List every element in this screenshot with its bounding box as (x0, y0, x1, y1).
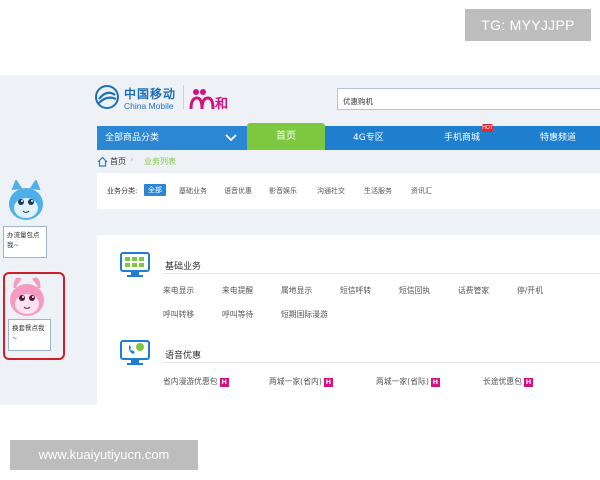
filter-basic[interactable]: 基础业务 (179, 186, 207, 196)
data-plan-card[interactable]: 办流量包点我~ (3, 226, 47, 258)
china-mobile-logo-icon[interactable] (94, 84, 120, 110)
hot-h-badge: H (430, 377, 440, 387)
tg-watermark: TG: MYYJJPP (465, 9, 591, 41)
breadcrumb: 首页 › 业务列表 (97, 151, 600, 173)
phone-monitor-icon (120, 340, 150, 365)
monitor-icon (120, 252, 150, 277)
link-two-cities-interprovince-label: 两城一家(省际) (376, 377, 429, 386)
link-provincial-roaming-label: 省内漫游优惠包 (163, 377, 218, 386)
url-watermark: www.kuaiyutiyucn.com (10, 440, 198, 470)
logo-english: China Mobile (124, 101, 174, 111)
nav-home-tab[interactable]: 首页 (247, 123, 325, 150)
site-header: 中国移动 China Mobile 和 (0, 75, 600, 123)
link-suspend-resume[interactable]: 停/开机 (517, 285, 543, 296)
all-categories-menu[interactable]: 全部商品分类 (97, 126, 247, 150)
nav-item-phone-mall[interactable]: 手机商城 (444, 126, 480, 150)
filter-all[interactable]: 全部 (144, 184, 166, 196)
link-intl-roaming[interactable]: 短期国际漫游 (281, 309, 328, 320)
section-title-basic: 基础业务 (165, 262, 202, 272)
section-divider (163, 273, 600, 274)
brand-he-text: 和 (215, 96, 228, 112)
link-provincial-roaming[interactable]: 省内漫游优惠包 H (163, 376, 229, 387)
link-two-cities-province[interactable]: 两城一家(省内) H (269, 376, 333, 387)
filter-label: 业务分类: (107, 187, 138, 195)
package-change-widget[interactable]: 换套餐点我~ (3, 272, 65, 360)
hot-h-badge: H (219, 377, 229, 387)
link-long-distance[interactable]: 长途优惠包 H (483, 376, 533, 387)
link-caller-id[interactable]: 来电显示 (163, 285, 194, 296)
home-icon[interactable] (97, 156, 108, 167)
section-title-voice: 语音优惠 (165, 351, 202, 361)
search-input[interactable] (338, 91, 600, 112)
link-two-cities-interprovince[interactable]: 两城一家(省际) H (376, 376, 440, 387)
website-frame: 中国移动 China Mobile 和 全部商品分类 首页 4G专区 (0, 75, 600, 405)
filter-media[interactable]: 影音娱乐 (269, 186, 297, 196)
link-long-distance-label: 长途优惠包 (483, 377, 522, 386)
breadcrumb-current: 业务列表 (144, 157, 176, 166)
link-sms-receipt[interactable]: 短信回执 (399, 285, 430, 296)
filter-voice[interactable]: 语音优惠 (224, 186, 252, 196)
breadcrumb-home[interactable]: 首页 (110, 156, 126, 167)
hot-h-badge: H (323, 377, 333, 387)
chevron-down-icon (225, 134, 237, 142)
filter-social[interactable]: 沟通社交 (317, 186, 345, 196)
filter-news[interactable]: 资讯汇 (411, 186, 432, 196)
breadcrumb-separator: › (130, 155, 134, 165)
filter-life[interactable]: 生活服务 (364, 186, 392, 196)
link-call-reminder[interactable]: 来电提醒 (222, 285, 253, 296)
category-filter: 业务分类: 全部 基础业务 语音优惠 影音娱乐 沟通社交 生活服务 资讯汇 (97, 173, 600, 209)
and-brand-logo-icon[interactable]: 和 (188, 83, 232, 113)
mascot-pink-icon (10, 277, 44, 316)
section-divider (163, 362, 600, 363)
package-change-card[interactable]: 换套餐点我~ (8, 319, 51, 351)
nav-item-special-offers[interactable]: 特惠频道 (540, 126, 576, 150)
hot-badge: HOT (482, 124, 493, 132)
link-sms-forward[interactable]: 短信呼转 (340, 285, 371, 296)
screenshot: TG: MYYJJPP 中国移动 China Mobile 和 优惠购机 全部商… (0, 0, 600, 480)
search-box[interactable] (337, 88, 600, 112)
nav-item-4g[interactable]: 4G专区 (353, 126, 384, 150)
link-call-forward[interactable]: 呼叫转移 (163, 309, 194, 320)
mascot-blue-icon (9, 180, 43, 220)
all-categories-label: 全部商品分类 (105, 133, 160, 143)
main-nav: 全部商品分类 首页 4G专区 手机商城 HOT 特惠频道 (97, 123, 600, 150)
data-plan-widget[interactable]: 办流量包点我~ (3, 180, 48, 258)
hot-h-badge: H (523, 377, 533, 387)
logo-divider (183, 85, 184, 109)
logo-chinese: 中国移动 (124, 87, 177, 101)
link-bill-manager[interactable]: 话费管家 (458, 285, 489, 296)
business-list: 基础业务 来电显示 来电提醒 属地显示 短信呼转 短信回执 话费管家 停/开机 … (97, 235, 600, 405)
link-location-display[interactable]: 属地显示 (281, 285, 312, 296)
link-call-waiting[interactable]: 呼叫等待 (222, 309, 253, 320)
link-two-cities-province-label: 两城一家(省内) (269, 377, 322, 386)
